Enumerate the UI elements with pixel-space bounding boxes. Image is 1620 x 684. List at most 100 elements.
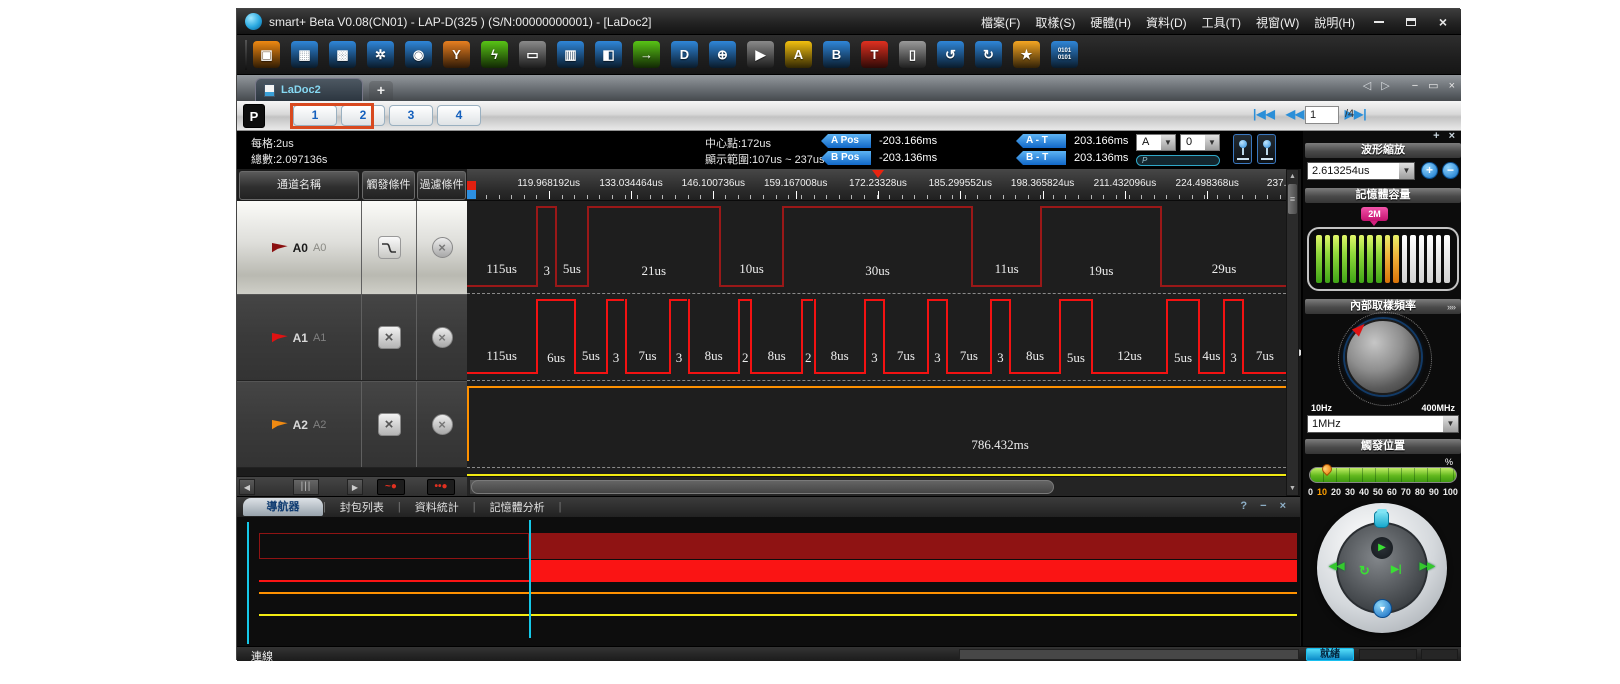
favorites-icon[interactable]: ★ <box>1013 41 1040 68</box>
b-t-badge[interactable]: B - T <box>1016 151 1066 165</box>
trigger-snapshot-icon[interactable]: ~● <box>377 479 405 495</box>
a-pos-badge[interactable]: A Pos <box>821 134 871 148</box>
instrument-icon[interactable]: ▥ <box>557 41 584 68</box>
panel-help-icon[interactable]: ? <box>1240 500 1247 512</box>
bottom-tab-2[interactable]: 封包列表 <box>326 499 398 515</box>
tab-ladoc2[interactable]: LaDoc2 <box>255 78 363 101</box>
memory-gauge[interactable] <box>1307 227 1459 291</box>
hand-tool-icon[interactable] <box>1374 511 1389 528</box>
compare-docs-icon[interactable]: D <box>671 41 698 68</box>
bottom-tab-3[interactable]: 資料統計 <box>401 499 473 515</box>
waveform-row-a0[interactable]: 115us35us21us10us30us11us19us29us <box>467 201 1286 294</box>
export-icon[interactable]: → <box>633 41 660 68</box>
trigger-marker-icon[interactable] <box>872 170 884 178</box>
child-minimize-button[interactable]: − <box>1412 80 1418 92</box>
bottom-tab-4[interactable]: 記憶體分析 <box>476 499 559 515</box>
minimize-button[interactable] <box>1367 14 1391 30</box>
layout-icon[interactable]: ◧ <box>595 41 622 68</box>
zoom-value-select[interactable]: 2.613254us▼ <box>1307 162 1415 180</box>
no-trigger-icon[interactable]: × <box>378 326 401 349</box>
channel-row-a1[interactable]: A1A1 × × <box>237 294 467 381</box>
scroll-up-icon[interactable]: ▲ <box>1287 170 1298 183</box>
add-marker-a-button[interactable] <box>1233 134 1252 164</box>
channel-name-cell[interactable]: A2A2 <box>237 382 361 467</box>
navigator-view[interactable] <box>237 517 1300 647</box>
add-marker-b-button[interactable] <box>1257 134 1276 164</box>
sample-rate-select[interactable]: 1MHz▼ <box>1307 415 1459 433</box>
filter-condition-cell[interactable]: × <box>416 295 467 380</box>
save-setup-icon[interactable]: ✲ <box>367 41 394 68</box>
panel-minimize-icon[interactable]: − <box>1260 500 1266 512</box>
filter-condition-cell[interactable]: × <box>416 201 467 294</box>
trigger-position-pin[interactable] <box>1320 462 1334 476</box>
save-icon[interactable]: ▦ <box>291 41 318 68</box>
channel-name-cell[interactable]: A1A1 <box>237 295 361 380</box>
jump-down-button[interactable]: ▼ <box>1373 599 1392 618</box>
a-t-badge[interactable]: A - T <box>1016 134 1066 148</box>
channel-name-cell[interactable]: A0A0 <box>237 201 361 294</box>
a-marker-clipped-icon[interactable] <box>467 181 476 190</box>
pattern-generator-icon[interactable]: ▯ <box>899 41 926 68</box>
time-ruler[interactable]: 119.968192us133.034464us146.100736us159.… <box>467 169 1286 201</box>
b-marker-clipped-icon[interactable] <box>467 190 476 199</box>
scroll-down-icon[interactable]: ▼ <box>1287 482 1298 495</box>
acquisition-icon[interactable]: ϟ <box>481 41 508 68</box>
column-header-channel-name[interactable]: 通道名稱 <box>239 171 359 200</box>
restore-button[interactable] <box>1399 14 1423 30</box>
trigger-position-bar[interactable] <box>1309 467 1457 483</box>
bus-connector-icon[interactable]: ⊕ <box>709 41 736 68</box>
vertical-scroll-thumb[interactable] <box>1288 184 1297 214</box>
menu-item[interactable]: 工具(T) <box>1202 14 1241 31</box>
waveform-scroll-thumb[interactable] <box>471 480 1054 494</box>
tab-scroll-right-icon[interactable]: ▷ <box>1381 79 1389 92</box>
menu-item[interactable]: 取樣(S) <box>1035 14 1075 31</box>
marker-index-select[interactable]: 0▼ <box>1180 134 1220 151</box>
memory-data-icon[interactable]: ▭ <box>519 41 546 68</box>
zoom-in-button[interactable]: + <box>1421 162 1438 179</box>
flag-t-icon[interactable]: T <box>861 41 888 68</box>
panel-close-icon[interactable]: × <box>1449 130 1455 142</box>
channel-row-a0[interactable]: A0A0 × <box>237 201 467 294</box>
trigger-condition-cell[interactable]: × <box>361 295 416 380</box>
marker-select[interactable]: A▼ <box>1136 134 1176 151</box>
page-number-input[interactable]: 1 <box>1305 106 1339 124</box>
step-button[interactable]: ▶| <box>1391 564 1402 575</box>
close-button[interactable]: × <box>1431 14 1455 30</box>
channel-splitter-grip[interactable]: ||| <box>293 479 319 495</box>
menu-item[interactable]: 硬體(H) <box>1090 14 1131 31</box>
tab-scroll-left-icon[interactable]: ◁ <box>1363 79 1371 92</box>
menu-item[interactable]: 說明(H) <box>1314 14 1355 31</box>
waveform-row-a2[interactable]: 786.432ms <box>467 381 1286 468</box>
play-button[interactable]: ▶ <box>1371 537 1393 559</box>
menu-item[interactable]: 視窗(W) <box>1256 14 1299 31</box>
trigger-condition-cell[interactable] <box>361 201 416 294</box>
menu-item[interactable]: 資料(D) <box>1146 14 1187 31</box>
no-filter-icon[interactable]: × <box>432 414 453 435</box>
video-icon[interactable]: ▶ <box>747 41 774 68</box>
filter-condition-cell[interactable]: × <box>416 382 467 467</box>
first-page-button[interactable]: |◀◀ <box>1253 107 1275 121</box>
pan-left-button[interactable]: ◀◀ <box>1329 561 1344 572</box>
zoom-out-button[interactable]: − <box>1442 162 1459 179</box>
no-trigger-icon[interactable]: × <box>378 413 401 436</box>
child-close-button[interactable]: × <box>1449 80 1455 92</box>
trigger-condition-cell[interactable]: × <box>361 382 416 467</box>
add-tab-button[interactable]: + <box>369 81 393 100</box>
channel-scroll-right-icon[interactable]: ▶ <box>347 479 363 495</box>
prev-page-button[interactable]: ◀◀ <box>1286 107 1304 121</box>
zoom-next-icon[interactable]: ↻ <box>975 41 1002 68</box>
save-as-icon[interactable]: ▩ <box>329 41 356 68</box>
vertical-scrollbar[interactable]: ▲ ▼ <box>1286 169 1299 496</box>
expand-more-icon[interactable]: »» <box>1447 302 1455 312</box>
pan-right-button[interactable]: ▶▶ <box>1420 561 1435 572</box>
open-file-icon[interactable]: ▣ <box>253 41 280 68</box>
marker-snapshot-icon[interactable]: ••● <box>427 479 455 495</box>
nav-trigger-line[interactable] <box>529 520 531 638</box>
hardware-settings-icon[interactable]: Y <box>443 41 470 68</box>
screenshot-icon[interactable]: ◉ <box>405 41 432 68</box>
waveform-row-a1[interactable]: 115us6us5us37us38us28us28us37us37us38us5… <box>467 294 1286 381</box>
page-button-1[interactable]: 1 <box>293 105 337 126</box>
child-restore-button[interactable]: ▭ <box>1428 79 1438 92</box>
flag-a-icon[interactable]: A <box>785 41 812 68</box>
column-header-trigger-condition[interactable]: 觸發條件 <box>362 171 415 200</box>
